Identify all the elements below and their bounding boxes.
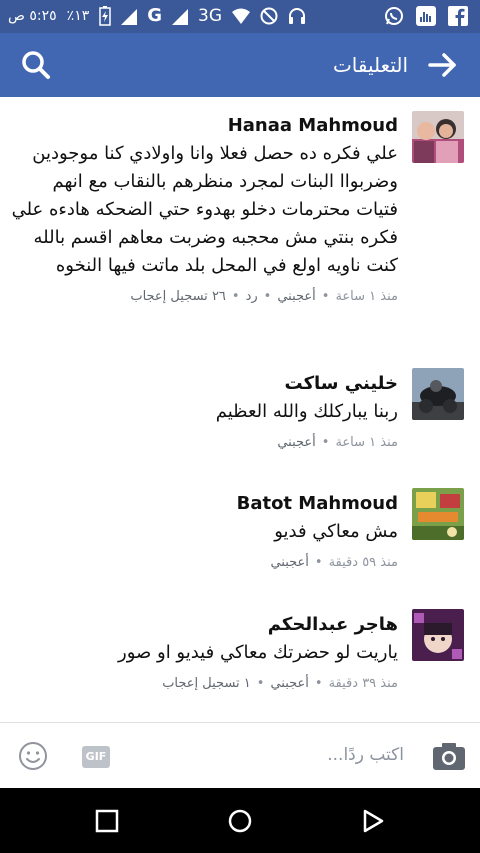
signal-icon-2 xyxy=(172,9,189,25)
comment-text: مش معاكي فديو xyxy=(274,521,398,542)
reply-input[interactable]: اكتب ردًا... xyxy=(327,745,404,765)
likes-count[interactable]: ١ تسجيل إعجاب xyxy=(162,676,251,691)
android-nav-bar xyxy=(0,788,480,853)
avatar[interactable] xyxy=(412,488,464,540)
like-link[interactable]: أعجبني xyxy=(270,676,308,691)
separator-dot: • xyxy=(314,555,323,570)
separator-dot: • xyxy=(314,676,323,691)
network-g: G xyxy=(147,5,163,26)
comment-meta: منذ ٣٩ دقيقة • أعجبني • ١ تسجيل إعجاب xyxy=(68,675,398,693)
comment-text: علي فكره ده حصل فعلا وانا واولادي كنا مو… xyxy=(11,143,398,276)
signal-icon xyxy=(121,9,138,25)
comment-author[interactable]: هاجر عبدالحكم xyxy=(68,613,398,637)
page-title: التعليقات xyxy=(332,53,408,77)
comment: Hanaa Mahmoud علي فكره ده حصل فعلا وانا … xyxy=(10,114,398,306)
do-not-disturb-icon xyxy=(260,7,278,25)
separator-dot: • xyxy=(231,289,240,304)
avatar[interactable] xyxy=(412,609,464,661)
home-icon[interactable] xyxy=(227,808,253,834)
comment-meta: منذ ١ ساعة • أعجبني xyxy=(98,434,398,452)
separator-dot: • xyxy=(256,676,265,691)
comment-time: منذ ١ ساعة xyxy=(335,289,398,304)
comment-time: منذ ٥٩ دقيقة xyxy=(328,555,398,570)
separator-dot: • xyxy=(321,435,330,450)
avatar-photo-3 xyxy=(412,488,464,540)
comment: هاجر عبدالحكم ياريت لو حضرتك معاكي فيديو… xyxy=(68,613,398,693)
like-link[interactable]: أعجبني xyxy=(277,435,315,450)
status-bar: ٥:٢٥ ص ٪١٣ G 3G xyxy=(0,0,480,33)
comment: خليني ساكت ربنا يباركلك والله العظيم منذ… xyxy=(98,372,398,452)
comment-text: ربنا يباركلك والله العظيم xyxy=(215,401,398,422)
separator-dot: • xyxy=(263,289,272,304)
reply-composer: اكتب ردًا... GIF xyxy=(0,722,480,788)
recent-apps-icon[interactable] xyxy=(94,808,120,834)
touch-icon xyxy=(416,6,436,26)
gif-button[interactable]: GIF xyxy=(82,746,110,768)
comment-author[interactable]: Hanaa Mahmoud xyxy=(10,114,398,138)
likes-count[interactable]: ٢٦ تسجيل إعجاب xyxy=(130,289,226,304)
whatsapp-icon xyxy=(385,7,403,25)
comment-time: منذ ١ ساعة xyxy=(335,435,398,450)
separator-dot: • xyxy=(321,289,330,304)
facebook-icon xyxy=(448,6,468,26)
avatar[interactable] xyxy=(412,368,464,420)
back-arrow-icon[interactable] xyxy=(426,49,458,81)
like-link[interactable]: أعجبني xyxy=(270,555,308,570)
avatar-photo-1 xyxy=(412,111,464,163)
network-3g: 3G xyxy=(198,6,223,26)
back-icon[interactable] xyxy=(360,808,386,834)
comment-time: منذ ٣٩ دقيقة xyxy=(328,676,398,691)
toolbar: التعليقات xyxy=(0,33,480,97)
search-icon[interactable] xyxy=(20,49,52,81)
battery-percent: ٪١٣ xyxy=(66,8,90,24)
comment-author[interactable]: Batot Mahmoud xyxy=(98,492,398,516)
clock: ٥:٢٥ ص xyxy=(8,8,57,24)
reply-link[interactable]: رد xyxy=(246,289,258,304)
status-left: ٥:٢٥ ص ٪١٣ G 3G xyxy=(8,6,306,26)
headset-icon xyxy=(289,8,306,24)
comment-text: ياريت لو حضرتك معاكي فيديو او صور xyxy=(118,642,398,663)
status-right xyxy=(384,6,468,26)
comment-meta: منذ ١ ساعة • أعجبني • رد • ٢٦ تسجيل إعجاب xyxy=(10,288,398,306)
avatar-photo-2 xyxy=(412,368,464,420)
wifi-icon xyxy=(232,8,251,24)
camera-icon[interactable] xyxy=(432,741,466,771)
comment-meta: منذ ٥٩ دقيقة • أعجبني xyxy=(98,554,398,572)
avatar[interactable] xyxy=(412,111,464,163)
emoji-icon[interactable] xyxy=(18,741,48,771)
like-link[interactable]: أعجبني xyxy=(277,289,315,304)
comment: Batot Mahmoud مش معاكي فديو منذ ٥٩ دقيقة… xyxy=(98,492,398,572)
comment-author[interactable]: خليني ساكت xyxy=(98,372,398,396)
avatar-photo-4 xyxy=(412,609,464,661)
battery-icon xyxy=(99,6,111,26)
